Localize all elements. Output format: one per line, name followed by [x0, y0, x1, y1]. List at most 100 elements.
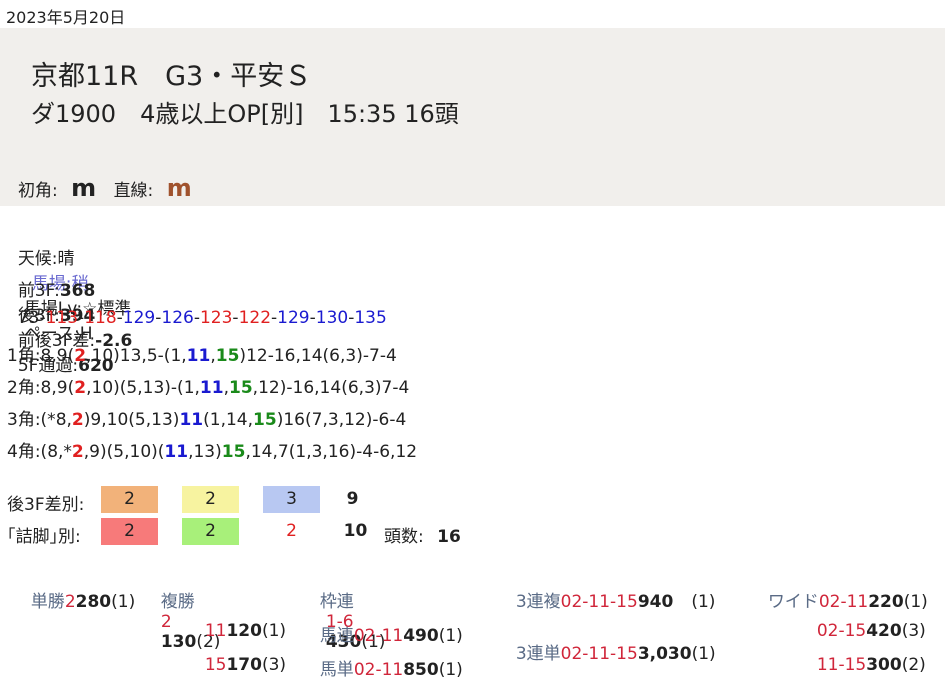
lap: 118 [84, 308, 117, 328]
last3f-diff-cell-orange: 2 [101, 486, 158, 513]
horse-number: 2 [71, 410, 84, 430]
horse-number: 10 [91, 346, 114, 366]
horse-number: 3 [327, 410, 339, 430]
fukusho-pop: (3) [261, 655, 287, 675]
horse-number: 13 [119, 346, 142, 366]
first-corner-value: m [71, 174, 97, 202]
last3f-diff-label: 後3F差別: [7, 495, 85, 515]
race-subtitle: ダ1900 4歳以上OP[別] 15:35 16頭 [31, 100, 459, 128]
horse-number: 7 [369, 346, 380, 366]
corner-straight-row: 初角: m 直線: m [18, 174, 192, 202]
payout-tansho: 単勝2280(1) [20, 567, 135, 612]
horse-number: 11 [186, 346, 211, 366]
race-title: 京都11R G3・平安Ｓ [31, 61, 312, 92]
horse-number: 8 [47, 442, 59, 462]
horse-number: 6 [347, 378, 359, 398]
horse-number: 8 [40, 378, 52, 398]
horse-number: 16 [292, 378, 315, 398]
horse-number: 12 [258, 378, 280, 398]
horse-number: 2 [74, 378, 87, 398]
heads-count: 16 [437, 527, 461, 547]
sanrenpuku-pop: (1) [691, 592, 716, 612]
horse-number: 12 [246, 346, 268, 366]
last3f-diff-cell-blue: 3 [263, 486, 320, 513]
fukusho-num: 15 [204, 655, 227, 675]
tsumeashi-cell-plain: 10 [343, 521, 368, 541]
sanrenpuku-amount: 940 [637, 592, 674, 612]
horse-number: 6 [378, 410, 390, 430]
sanrenpuku-num: 02-11-15 [560, 592, 638, 612]
horse-number: 13 [142, 378, 165, 398]
horse-number: 14 [225, 410, 248, 430]
payout-sanrenpuku: 3連複02-11-15940 (1) [505, 567, 716, 612]
horse-number: 16 [327, 442, 350, 462]
horse-number: 15 [221, 442, 246, 462]
horse-number: 16 [273, 346, 296, 366]
first-corner-label: 初角: [18, 181, 58, 201]
sanrentan-num: 02-11-15 [560, 644, 638, 664]
heads-label: 頭数: [384, 527, 424, 547]
horse-number: 14 [300, 346, 323, 366]
heads-row: 頭数: 16 [384, 522, 461, 547]
horse-number: 1 [183, 378, 195, 398]
horse-number: 2 [74, 346, 87, 366]
straight-label: 直線: [113, 181, 154, 201]
horse-number: 10 [106, 410, 129, 430]
horse-number: 8 [55, 410, 67, 430]
horse-number: 3 [364, 378, 375, 398]
horse-number: 7 [311, 410, 323, 430]
horse-number: 14 [319, 378, 342, 398]
horse-number: 4 [362, 442, 374, 462]
horse-number: 16 [283, 410, 305, 430]
horse-number: 6 [379, 442, 391, 462]
horse-number: 15 [229, 378, 253, 398]
horse-number: 13 [193, 442, 216, 462]
horse-number: 14 [250, 442, 273, 462]
horse-number: 15 [253, 410, 277, 430]
payout-umatan: 馬単02-11850(1) [309, 635, 463, 680]
lap: 129 [122, 308, 156, 328]
horse-number: 11 [199, 378, 224, 398]
horse-number: 4 [385, 346, 397, 366]
horse-number: 11 [179, 410, 204, 430]
horse-number: 5 [113, 442, 125, 462]
horse-number: 9 [56, 378, 68, 398]
lap: 130 [315, 308, 349, 328]
horse-number: 5 [126, 378, 138, 398]
fukusho-num: 2 [160, 612, 172, 632]
lap: 135 [354, 308, 387, 328]
wide-amount: 300 [866, 655, 902, 675]
payout-sanrentan: 3連単02-11-153,030(1) [505, 619, 716, 664]
horse-number: 6 [329, 346, 340, 366]
corner-4-order: 4角:(8,*2,9)(5,10)(11,13)15,14,7(1,3,16)-… [7, 442, 418, 462]
corner-1-order: 1角:8,9(2,10)13,5-(1,11,15)12-16,14(6,3)-… [7, 346, 397, 366]
sanrenpuku-label: 3連複 [515, 592, 561, 612]
fukusho-amount: 130 [160, 632, 197, 652]
sanrentan-pop: (1) [691, 644, 716, 664]
tsumeashi-cell-red: 2 [101, 518, 158, 545]
horse-number: 1 [209, 410, 221, 430]
payout-wide-row: 11-15300(2) [806, 635, 926, 675]
horse-number: 15 [215, 346, 240, 366]
horse-number: 12 [344, 410, 366, 430]
horse-number: 1 [295, 442, 307, 462]
lap: 129 [277, 308, 310, 328]
horse-number: 7 [381, 378, 393, 398]
horse-number: 10 [129, 442, 152, 462]
horse-number: 11 [164, 442, 189, 462]
tansho-num: 2 [64, 592, 76, 612]
last3f-diff-cell-yellow: 2 [182, 486, 239, 513]
horse-number: 1 [170, 346, 182, 366]
lap: 113 [45, 308, 79, 328]
last3f-diff-cell-plain: 9 [346, 489, 359, 509]
horse-number: 9 [90, 410, 102, 430]
lap-times: 73-113-118-129-126-123-122-129-130-135 [17, 308, 387, 328]
sanrentan-amount: 3,030 [637, 644, 692, 664]
horse-number: 2 [71, 442, 84, 462]
umatan-amount: 850 [403, 660, 439, 680]
wide-pop: (2) [901, 655, 926, 675]
horse-number: 3 [311, 442, 323, 462]
fukusho-amount: 170 [226, 655, 262, 675]
horse-number: 5 [134, 410, 146, 430]
horse-number: 5 [146, 346, 158, 366]
